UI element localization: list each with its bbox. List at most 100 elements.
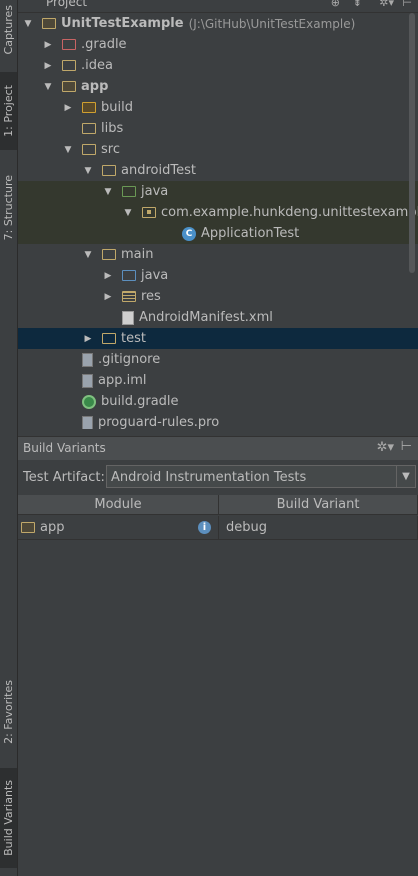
tree-row-com-example-hunkdeng-unittestexample[interactable]: ▼ com.example.hunkdeng.unittestexample — [18, 202, 418, 223]
tree-label: src — [101, 142, 120, 157]
chevron-down-icon[interactable]: ▼ — [102, 187, 114, 197]
tree-label: test — [121, 331, 146, 346]
tree-label: build — [101, 100, 133, 115]
tab-favorites[interactable]: 2: Favorites — [0, 672, 17, 752]
chevron-right-icon[interactable]: ▶ — [82, 334, 94, 344]
tree-row-test[interactable]: ▶ test — [18, 328, 418, 349]
tree-row-gradle[interactable]: ▶ .gradle — [18, 34, 418, 55]
source-folder-icon — [122, 270, 136, 281]
chevron-right-icon[interactable]: ▶ — [102, 271, 114, 281]
resource-folder-icon — [122, 291, 136, 302]
module-name: app — [40, 520, 65, 535]
chevron-down-icon[interactable]: ▼ — [396, 466, 415, 487]
table-cell-module[interactable]: app i — [18, 516, 219, 540]
chevron-right-icon[interactable]: ▶ — [42, 40, 54, 50]
tree-scrollbar[interactable] — [409, 13, 415, 273]
info-icon[interactable]: i — [198, 521, 211, 534]
tree-row-java[interactable]: ▼ java — [18, 181, 418, 202]
tab-structure-label: 7: Structure — [2, 175, 15, 241]
collapse-icon[interactable]: ⇟ — [353, 0, 362, 9]
tab-project[interactable]: 1: Project — [0, 72, 17, 150]
tree-row-src[interactable]: ▼ src — [18, 139, 418, 160]
chevron-right-icon[interactable]: ▶ — [42, 61, 54, 71]
chevron-down-icon[interactable]: ▼ — [82, 250, 94, 260]
folder-icon — [62, 60, 76, 71]
test-artifact-value: Android Instrumentation Tests — [111, 470, 307, 485]
column-header-module[interactable]: Module — [18, 495, 219, 515]
build-variants-table: Module Build Variant app i debug — [18, 495, 418, 875]
tree-row-java[interactable]: ▶ java — [18, 265, 418, 286]
folder-icon — [102, 333, 116, 344]
folder-icon — [102, 249, 116, 260]
tree-row-build-gradle[interactable]: build.gradle — [18, 391, 418, 412]
project-path: (J:\GitHub\UnitTestExample) — [188, 16, 356, 31]
folder-icon — [82, 102, 96, 113]
tree-row-unittestexample[interactable]: ▼ UnitTestExample (J:\GitHub\UnitTestExamp… — [18, 13, 412, 34]
tree-label: res — [141, 289, 161, 304]
chevron-down-icon[interactable]: ▼ — [122, 208, 134, 218]
tree-row-build[interactable]: ▶ build — [18, 97, 418, 118]
package-icon — [142, 207, 156, 218]
chevron-right-icon[interactable]: ▶ — [62, 103, 74, 113]
gradle-icon — [82, 394, 96, 409]
xml-file-icon — [122, 310, 134, 325]
table-cell-build-variant[interactable]: debug — [219, 516, 418, 540]
class-icon: C — [182, 226, 196, 241]
tree-label: com.example.hunkdeng.unittestexample — [161, 205, 418, 220]
module-folder-icon — [21, 522, 35, 533]
tree-row-app-iml[interactable]: app.iml — [18, 370, 418, 391]
gear-icon[interactable]: ✲▾ — [377, 440, 394, 455]
test-artifact-select[interactable]: Android Instrumentation Tests ▼ — [106, 465, 416, 488]
chevron-down-icon[interactable]: ▼ — [22, 19, 34, 29]
file-icon — [82, 415, 93, 429]
tree-label: proguard-rules.pro — [98, 415, 220, 429]
test-artifact-label: Test Artifact: — [23, 470, 105, 485]
file-icon — [82, 352, 93, 367]
tree-label: java — [141, 268, 169, 283]
tree-label: main — [121, 247, 154, 262]
chevron-down-icon[interactable]: ▼ — [82, 166, 94, 176]
tool-window-stripe: Captures 1: Project 7: Structure 2: Favo… — [0, 0, 18, 876]
project-panel: Project ⊕ ⇟ ✲▾ ⊢ ▼ UnitTestExample (J:\Git… — [18, 0, 418, 876]
tab-project-label: 1: Project — [2, 85, 15, 137]
tree-row-idea[interactable]: ▶ .idea — [18, 55, 418, 76]
project-panel-title: Project — [46, 0, 88, 9]
tree-row-app[interactable]: ▼ app — [18, 76, 418, 97]
tree-label: AndroidManifest.xml — [139, 310, 273, 325]
tab-structure[interactable]: 7: Structure — [0, 168, 17, 248]
file-icon — [82, 373, 93, 388]
tab-build-variants-label: Build Variants — [2, 780, 15, 856]
chevron-right-icon[interactable]: ▶ — [102, 292, 114, 302]
folder-icon — [102, 165, 116, 176]
tree-label: UnitTestExample — [61, 16, 184, 31]
tree-label: app.iml — [98, 373, 147, 388]
test-source-folder-icon — [122, 186, 136, 197]
folder-icon — [82, 123, 96, 134]
tree-row-androidmanifest-xml[interactable]: AndroidManifest.xml — [18, 307, 418, 328]
project-tree: ▼ UnitTestExample (J:\GitHub\UnitTestExamp… — [18, 13, 418, 429]
column-header-build-variant[interactable]: Build Variant — [219, 495, 418, 515]
tree-label: build.gradle — [101, 394, 179, 409]
tree-row-gitignore[interactable]: .gitignore — [18, 349, 418, 370]
build-variants-title: Build Variants — [23, 441, 106, 455]
chevron-down-icon[interactable]: ▼ — [42, 82, 54, 92]
tree-row-androidtest[interactable]: ▼ androidTest — [18, 160, 418, 181]
hide-icon[interactable]: ⊢ — [402, 0, 412, 9]
chevron-down-icon[interactable]: ▼ — [62, 145, 74, 155]
tab-captures[interactable]: Captures — [0, 0, 17, 60]
tree-row-libs[interactable]: libs — [18, 118, 418, 139]
tree-row-applicationtest[interactable]: C ApplicationTest — [18, 223, 418, 244]
hide-icon[interactable]: ⊢ — [401, 439, 412, 454]
tree-label: libs — [101, 121, 124, 136]
tree-label: .gradle — [81, 37, 127, 52]
locate-icon[interactable]: ⊕ — [331, 0, 340, 9]
test-artifact-row: Test Artifact: Android Instrumentation T… — [18, 463, 418, 491]
tree-row-res[interactable]: ▶ res — [18, 286, 418, 307]
tab-build-variants[interactable]: Build Variants — [0, 768, 17, 868]
tab-favorites-label: 2: Favorites — [2, 680, 15, 744]
tab-captures-label: Captures — [2, 5, 15, 55]
tree-row-proguard-rules-pro[interactable]: proguard-rules.pro — [18, 412, 418, 429]
project-panel-header: Project ⊕ ⇟ ✲▾ ⊢ — [18, 0, 418, 13]
gear-icon[interactable]: ✲▾ — [379, 0, 394, 9]
tree-row-main[interactable]: ▼ main — [18, 244, 418, 265]
